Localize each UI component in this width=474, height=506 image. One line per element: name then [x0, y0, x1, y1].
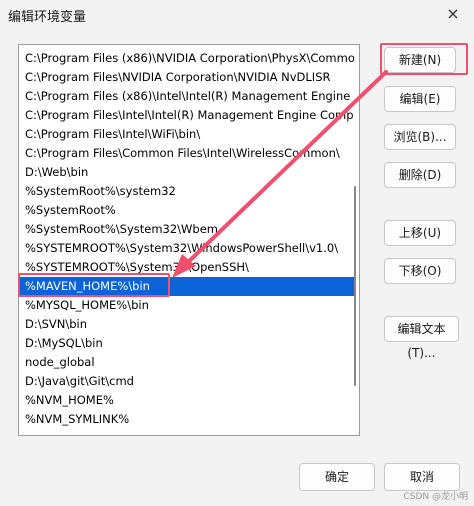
delete-button[interactable]: 删除(D) [384, 162, 456, 188]
list-item[interactable]: %SystemRoot%\system32 [19, 182, 354, 201]
list-item[interactable]: %SystemRoot%\System32\Wbem [19, 220, 354, 239]
watermark: CSDN @龙小明 [403, 492, 468, 502]
browse-button[interactable]: 浏览(B)... [384, 124, 456, 150]
edit-text-button[interactable]: 编辑文本(T)... [384, 316, 459, 360]
maven-entry-highlight [18, 273, 170, 297]
list-item[interactable]: D:\Java\git\Git\cmd [19, 372, 354, 391]
list-item[interactable]: %NVM_HOME% [19, 391, 354, 410]
cancel-button[interactable]: 取消 [384, 463, 460, 491]
title-bar: 编辑环境变量 × [0, 0, 474, 30]
edit-button[interactable]: 编辑(E) [384, 86, 456, 112]
list-item[interactable]: %SystemRoot% [19, 201, 354, 220]
path-list[interactable]: C:\Program Files (x86)\NVIDIA Corporatio… [18, 44, 360, 436]
list-item[interactable]: %MYSQL_HOME%\bin [19, 296, 354, 315]
edit-env-var-dialog: 编辑环境变量 × C:\Program Files (x86)\NVIDIA C… [0, 0, 474, 506]
list-item[interactable]: D:\Web\bin [19, 163, 354, 182]
close-icon[interactable]: × [440, 2, 466, 26]
list-item[interactable]: %NVM_SYMLINK% [19, 410, 354, 429]
list-item[interactable]: C:\Program Files\Intel\WiFi\bin\ [19, 125, 354, 144]
list-item[interactable]: C:\Program Files\NVIDIA Corporation\NVID… [19, 68, 354, 87]
ok-button[interactable]: 确定 [299, 463, 375, 491]
scrollbar-thumb[interactable] [354, 186, 356, 386]
list-item[interactable]: node_global [19, 353, 354, 372]
move-up-button[interactable]: 上移(U) [384, 220, 456, 246]
list-item[interactable]: D:\SVN\bin [19, 315, 354, 334]
list-item[interactable]: C:\Program Files\Common Files\Intel\Wire… [19, 144, 354, 163]
list-item[interactable]: C:\Program Files (x86)\Intel\Intel(R) Ma… [19, 87, 354, 106]
list-item[interactable]: D:\MySQL\bin [19, 334, 354, 353]
list-item[interactable]: %SYSTEMROOT%\System32\WindowsPowerShell\… [19, 239, 354, 258]
window-title: 编辑环境变量 [8, 10, 87, 25]
move-down-button[interactable]: 下移(O) [384, 258, 456, 284]
list-item[interactable]: C:\Program Files\Intel\Intel(R) Manageme… [19, 106, 354, 125]
list-item[interactable]: C:\Program Files (x86)\NVIDIA Corporatio… [19, 49, 354, 68]
new-button-highlight [380, 43, 468, 75]
